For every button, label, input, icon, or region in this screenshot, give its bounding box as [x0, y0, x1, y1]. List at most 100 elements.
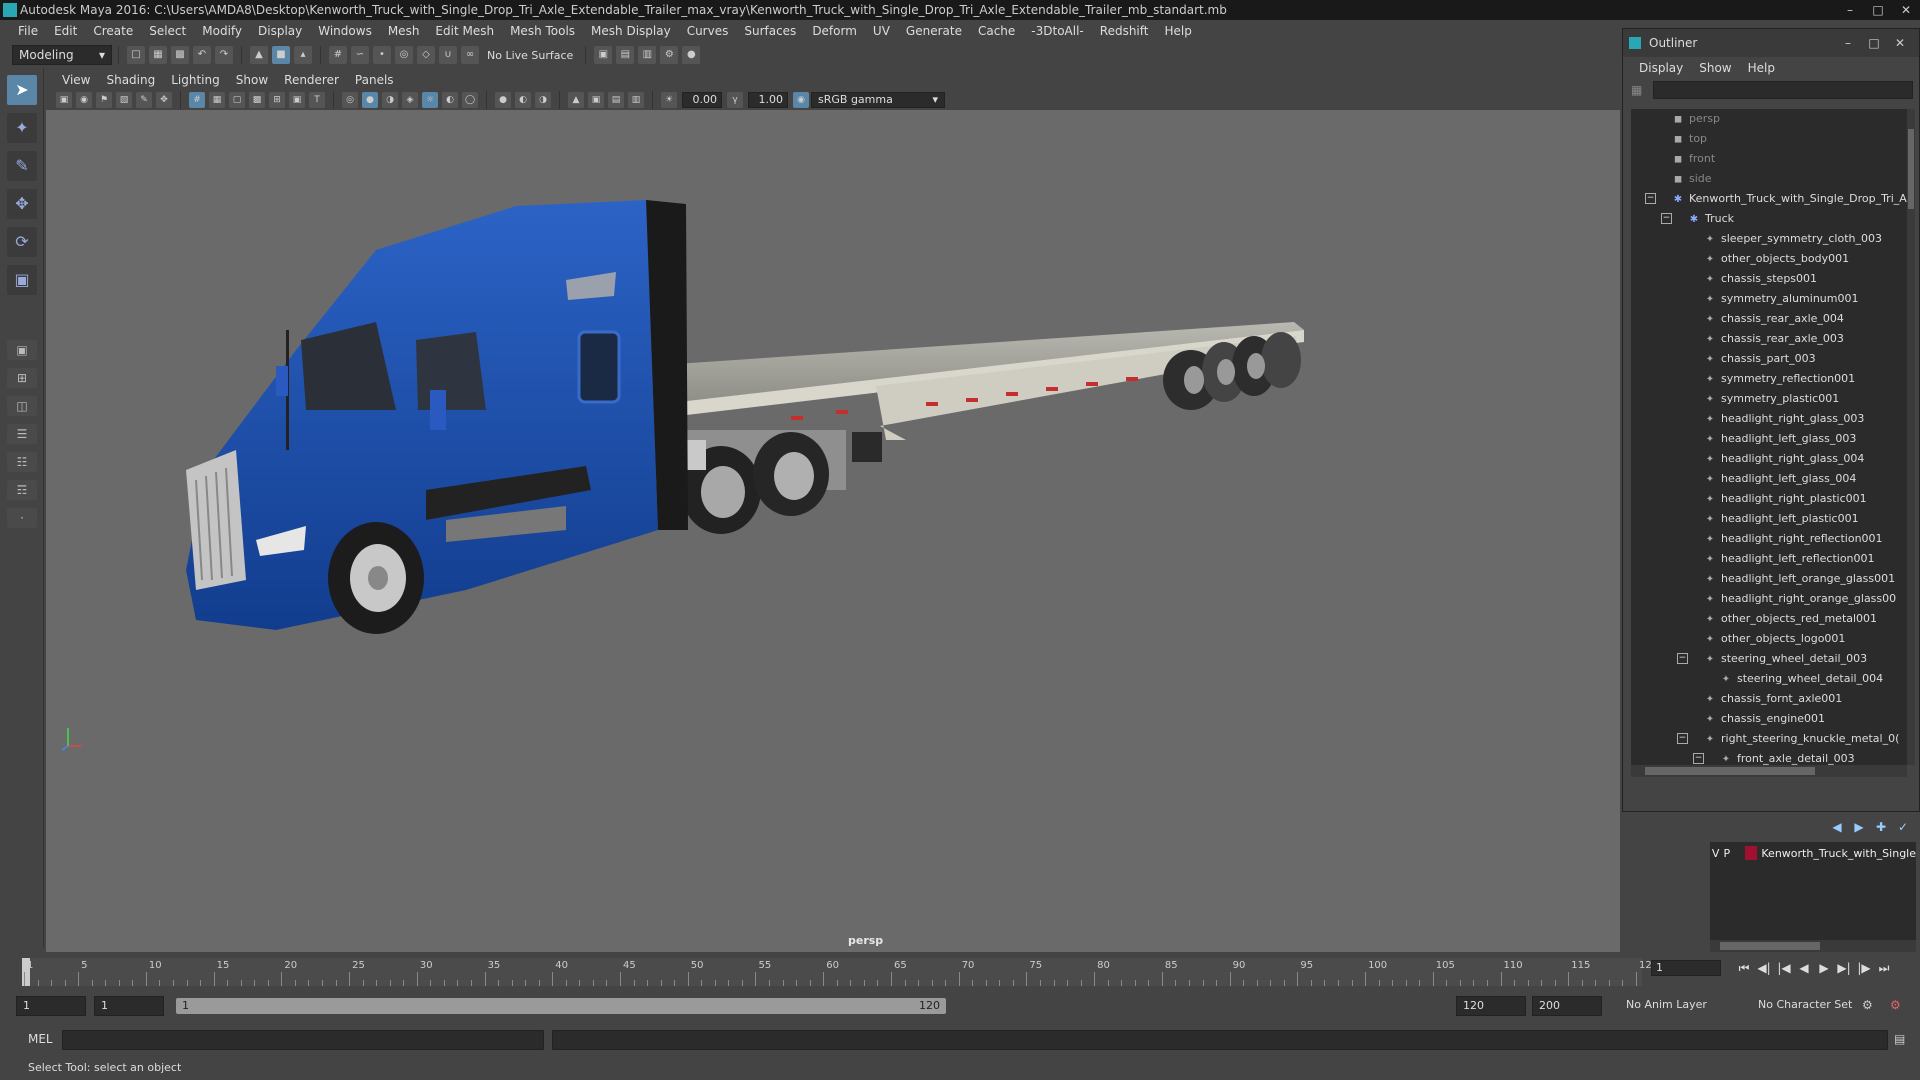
outliner-maximize-button[interactable]: □: [1861, 29, 1887, 57]
perspective-viewport[interactable]: [46, 110, 1620, 952]
outliner-close-button[interactable]: ✕: [1887, 29, 1913, 57]
more-layouts-icon[interactable]: ·: [7, 508, 37, 528]
anim-layer-dropdown[interactable]: No Anim Layer: [1620, 996, 1750, 1016]
close-button[interactable]: ✕: [1892, 0, 1920, 20]
outliner-item-row[interactable]: ✦ symmetry_reflection001: [1631, 369, 1907, 389]
outliner-item-row[interactable]: ✦ other_objects_red_metal001: [1631, 609, 1907, 629]
script-layout-icon[interactable]: ☶: [7, 480, 37, 500]
outliner-item-row[interactable]: ✦ headlight_right_reflection001: [1631, 529, 1907, 549]
outliner-group-row[interactable]: − ✱ Truck: [1631, 209, 1907, 229]
step-forward-frame-icon[interactable]: |▶: [1854, 961, 1874, 975]
menu-help[interactable]: Help: [1156, 24, 1199, 38]
panel-menu-shading[interactable]: Shading: [98, 73, 163, 87]
new-layer-selected-icon[interactable]: ✓: [1892, 820, 1914, 834]
auto-key-icon[interactable]: ⚙: [1862, 998, 1873, 1012]
smooth-shade-icon[interactable]: ●: [362, 92, 378, 108]
maximize-button[interactable]: □: [1864, 0, 1892, 20]
camera-attributes-icon[interactable]: ◉: [76, 92, 92, 108]
outliner-menu-help[interactable]: Help: [1740, 61, 1783, 75]
go-to-start-icon[interactable]: ⏮: [1734, 961, 1754, 976]
outliner-item-row[interactable]: ✦ symmetry_aluminum001: [1631, 289, 1907, 309]
menu-uv[interactable]: UV: [865, 24, 898, 38]
collapse-icon[interactable]: −: [1693, 753, 1704, 764]
hypershade-icon[interactable]: ●: [682, 46, 701, 64]
color-management-icon[interactable]: ◉: [793, 92, 809, 108]
outliner-camera-row[interactable]: ◼ front: [1631, 149, 1907, 169]
safe-title-icon[interactable]: T: [309, 92, 325, 108]
snap-curve-icon[interactable]: ∽: [351, 46, 369, 64]
scrollbar-thumb[interactable]: [1720, 942, 1820, 950]
gamma-icon[interactable]: γ: [727, 92, 743, 108]
menu-3dtoall[interactable]: -3DtoAll-: [1023, 24, 1091, 38]
outliner-item-row[interactable]: ✦ other_objects_logo001: [1631, 629, 1907, 649]
menu-modify[interactable]: Modify: [194, 24, 250, 38]
outliner-minimize-button[interactable]: –: [1835, 29, 1861, 57]
panel-menu-lighting[interactable]: Lighting: [163, 73, 228, 87]
safe-action-icon[interactable]: ▣: [289, 92, 305, 108]
outliner-item-row[interactable]: ✦ headlight_left_reflection001: [1631, 549, 1907, 569]
outliner-item-row[interactable]: ✦ chassis_rear_axle_004: [1631, 309, 1907, 329]
scrollbar-thumb[interactable]: [1908, 129, 1914, 209]
select-object-icon[interactable]: ■: [272, 46, 290, 64]
undo-icon[interactable]: ↶: [193, 46, 211, 64]
open-scene-icon[interactable]: ▦: [149, 46, 167, 64]
two-pane-layout-icon[interactable]: ◫: [7, 396, 37, 416]
move-tool-icon[interactable]: ✥: [7, 189, 37, 219]
camera-select-icon[interactable]: ▣: [56, 92, 72, 108]
menu-file[interactable]: File: [10, 24, 46, 38]
playback-start-field[interactable]: 1: [94, 996, 164, 1016]
outliner-layout-icon[interactable]: ☰: [7, 424, 37, 444]
outliner-item-row[interactable]: − ✦ right_steering_knuckle_metal_0(: [1631, 729, 1907, 749]
textured-icon[interactable]: ◈: [402, 92, 418, 108]
menu-mesh-tools[interactable]: Mesh Tools: [502, 24, 583, 38]
menu-set-dropdown[interactable]: Modeling ▾: [12, 45, 112, 65]
step-back-key-icon[interactable]: |◀: [1774, 961, 1794, 975]
menu-mesh-display[interactable]: Mesh Display: [583, 24, 679, 38]
animation-end-field[interactable]: 200: [1532, 996, 1602, 1016]
exposure-field[interactable]: 0.00: [682, 92, 722, 108]
layer-horizontal-scrollbar[interactable]: [1710, 940, 1916, 952]
save-scene-icon[interactable]: ▩: [171, 46, 189, 64]
resolution-gate-icon[interactable]: ▢: [229, 92, 245, 108]
gamma-field[interactable]: 1.00: [748, 92, 788, 108]
preferences-icon[interactable]: ⚙: [1890, 998, 1901, 1012]
snap-surface-icon[interactable]: ◇: [417, 46, 435, 64]
anti-aliasing-icon[interactable]: ◐: [515, 92, 531, 108]
outliner-item-row[interactable]: ✦ chassis_fornt_axle001: [1631, 689, 1907, 709]
minimize-button[interactable]: –: [1836, 0, 1864, 20]
outliner-item-row[interactable]: ✦ sleeper_symmetry_cloth_003: [1631, 229, 1907, 249]
xray-joints-icon[interactable]: ▤: [608, 92, 624, 108]
panel-menu-show[interactable]: Show: [228, 73, 276, 87]
mel-language-toggle[interactable]: MEL: [28, 1032, 53, 1046]
outliner-item-row[interactable]: ✦ headlight_right_glass_003: [1631, 409, 1907, 429]
outliner-camera-row[interactable]: ◼ top: [1631, 129, 1907, 149]
step-back-frame-icon[interactable]: ◀|: [1754, 961, 1774, 975]
outliner-item-row[interactable]: ✦ steering_wheel_detail_004: [1631, 669, 1907, 689]
select-component-icon[interactable]: ▴: [294, 46, 312, 64]
snap-point-icon[interactable]: •: [373, 46, 391, 64]
menu-surfaces[interactable]: Surfaces: [736, 24, 804, 38]
render-frame-icon[interactable]: ▣: [594, 46, 613, 64]
outliner-item-row[interactable]: ✦ symmetry_plastic001: [1631, 389, 1907, 409]
menu-redshift[interactable]: Redshift: [1092, 24, 1157, 38]
menu-create[interactable]: Create: [85, 24, 141, 38]
outliner-item-row[interactable]: ✦ headlight_right_glass_004: [1631, 449, 1907, 469]
outliner-item-row[interactable]: − ✦ front_axle_detail_003: [1631, 749, 1907, 765]
outliner-item-row[interactable]: ✦ other_objects_body001: [1631, 249, 1907, 269]
snap-live-icon[interactable]: ∞: [461, 46, 479, 64]
outliner-tree[interactable]: ◼ persp ◼ top ◼ front ◼ side − ✱ Kenworth_Truc…: [1631, 109, 1907, 765]
image-plane-icon[interactable]: ▧: [116, 92, 132, 108]
animation-start-field[interactable]: 1: [16, 996, 86, 1016]
current-frame-field[interactable]: 1: [1651, 960, 1721, 976]
grid-toggle-icon[interactable]: #: [189, 92, 205, 108]
menu-edit-mesh[interactable]: Edit Mesh: [427, 24, 502, 38]
play-backwards-icon[interactable]: ◀: [1794, 961, 1814, 975]
collapse-icon[interactable]: −: [1677, 733, 1688, 744]
new-scene-icon[interactable]: □: [127, 46, 145, 64]
menu-select[interactable]: Select: [141, 24, 194, 38]
script-editor-icon[interactable]: ▤: [1894, 1032, 1905, 1046]
outliner-item-row[interactable]: ✦ chassis_engine001: [1631, 709, 1907, 729]
menu-generate[interactable]: Generate: [898, 24, 970, 38]
menu-display[interactable]: Display: [250, 24, 310, 38]
render-settings-icon[interactable]: ⚙: [660, 46, 679, 64]
